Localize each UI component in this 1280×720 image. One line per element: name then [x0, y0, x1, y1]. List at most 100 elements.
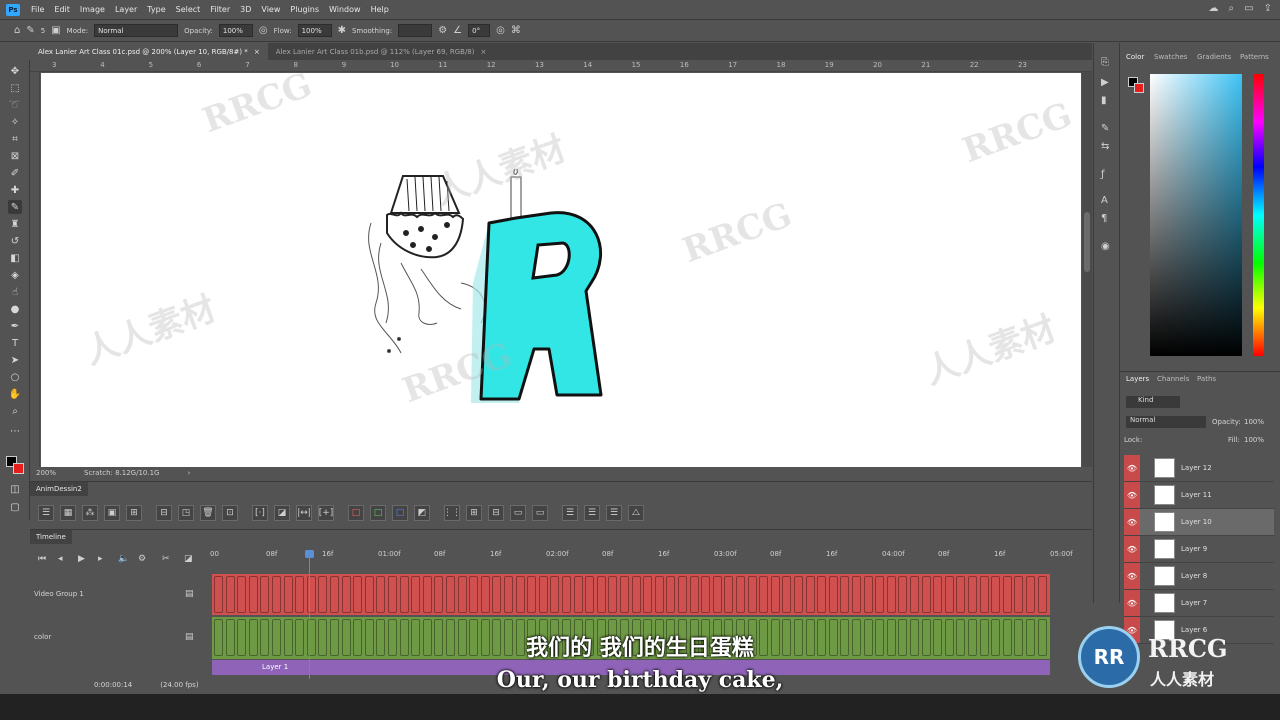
track-name-video-group[interactable]: Video Group 1	[34, 590, 84, 598]
timeline-frame[interactable]	[492, 576, 502, 613]
animdessin-tool-button[interactable]: ⊡	[222, 505, 238, 521]
share-icon[interactable]: ⇪	[1264, 3, 1272, 14]
character-icon[interactable]: A	[1101, 195, 1108, 206]
timeline-frame[interactable]	[573, 576, 583, 613]
tab-swatches[interactable]: Swatches	[1154, 53, 1187, 61]
status-arrow-icon[interactable]: ›	[187, 469, 190, 477]
timeline-title[interactable]: Timeline	[30, 530, 72, 544]
eraser-tool-icon[interactable]: ◧	[8, 251, 22, 265]
libraries-icon[interactable]: ▮	[1101, 95, 1107, 106]
timeline-frame[interactable]	[272, 576, 281, 613]
animdessin-tool-button[interactable]: □	[392, 505, 408, 521]
timeline-frame[interactable]	[388, 576, 397, 613]
animdessin-tool-button[interactable]: |↔|	[296, 505, 312, 521]
timeline-frame[interactable]	[596, 576, 606, 613]
timeline-frame[interactable]	[399, 576, 409, 613]
transition-icon[interactable]: ◪	[184, 554, 193, 564]
dodge-tool-icon[interactable]: ●	[8, 302, 22, 316]
timeline-frame[interactable]	[318, 576, 328, 613]
timeline-frame[interactable]	[330, 576, 339, 613]
timeline-frame[interactable]	[538, 576, 548, 613]
timeline-frame[interactable]	[457, 576, 467, 613]
timeline-frame[interactable]	[724, 576, 734, 613]
animdessin-tool-button[interactable]: ◪	[274, 505, 290, 521]
timeline-frame[interactable]	[805, 576, 815, 613]
timeline-frame[interactable]	[863, 576, 873, 613]
timeline-frame[interactable]	[712, 576, 722, 613]
timeline-frame[interactable]	[341, 576, 351, 613]
lasso-tool-icon[interactable]: ➰	[8, 98, 22, 112]
navigator-icon[interactable]: ◉	[1101, 241, 1110, 252]
animdessin-tool-button[interactable]: ▭	[510, 505, 526, 521]
bucket-tool-icon[interactable]: ◈	[8, 268, 22, 282]
brush-tool-icon[interactable]: ✎	[26, 25, 34, 36]
menu-plugins[interactable]: Plugins	[285, 5, 324, 14]
timeline-frame[interactable]	[933, 576, 943, 613]
layer-row[interactable]: 👁 Layer 8	[1124, 563, 1274, 590]
pressure-opacity-icon[interactable]: ◎	[259, 25, 268, 36]
timeline-frame[interactable]	[237, 576, 247, 613]
timeline-frame[interactable]	[747, 576, 757, 613]
eye-icon[interactable]: 👁	[1124, 482, 1140, 508]
eye-icon[interactable]: 👁	[1124, 536, 1140, 562]
pen-tool-icon[interactable]: ✒	[8, 319, 22, 333]
timeline-frame[interactable]	[446, 576, 455, 613]
paragraph-icon[interactable]: ¶	[1101, 213, 1107, 224]
film-icon[interactable]: ▤	[185, 589, 194, 599]
stamp-tool-icon[interactable]: ♜	[8, 217, 22, 231]
timeline-frame[interactable]	[886, 576, 896, 613]
timeline-frame[interactable]	[701, 576, 711, 613]
timeline-frame[interactable]	[469, 576, 479, 613]
menu-select[interactable]: Select	[171, 5, 206, 14]
menu-filter[interactable]: Filter	[205, 5, 235, 14]
tab-paths[interactable]: Paths	[1197, 375, 1216, 383]
history-brush-tool-icon[interactable]: ↺	[8, 234, 22, 248]
timeline-frame[interactable]	[1014, 576, 1024, 613]
tab-color[interactable]: Color	[1126, 53, 1144, 61]
animdessin-tool-button[interactable]: ☰	[38, 505, 54, 521]
eye-icon[interactable]: 👁	[1124, 509, 1140, 535]
adjustments-icon[interactable]: ⇆	[1101, 141, 1109, 152]
tab-layers[interactable]: Layers	[1126, 375, 1149, 383]
timeline-frame[interactable]	[817, 576, 827, 613]
menu-help[interactable]: Help	[366, 5, 394, 14]
timeline-frame[interactable]	[759, 576, 769, 613]
audio-icon[interactable]: 🔈	[118, 554, 129, 564]
animdessin-tool-button[interactable]: □	[348, 505, 364, 521]
blend-mode-select[interactable]: Normal	[1126, 416, 1206, 428]
animdessin-tool-button[interactable]: ▦	[60, 505, 76, 521]
menu-window[interactable]: Window	[324, 5, 366, 14]
smudge-tool-icon[interactable]: ☝	[8, 285, 22, 299]
tab-document-01c[interactable]: Alex Lanier Art Class 01c.psd @ 200% (La…	[30, 43, 268, 60]
search-icon[interactable]: ⌕	[1229, 3, 1235, 14]
animdessin-tool-button[interactable]: ⊟	[488, 505, 504, 521]
animdessin-tool-button[interactable]: [·]	[252, 505, 268, 521]
scrollbar-thumb[interactable]	[1084, 212, 1090, 272]
timeline-frame[interactable]	[283, 576, 293, 613]
mode-select[interactable]: Normal	[94, 24, 179, 37]
split-icon[interactable]: ✂	[162, 554, 170, 564]
animdessin-tool-button[interactable]: ◳	[178, 505, 194, 521]
timeline-frame[interactable]	[828, 576, 838, 613]
timeline-frame[interactable]	[225, 576, 235, 613]
actions-icon[interactable]: ▶	[1101, 77, 1109, 88]
menu-file[interactable]: File	[26, 5, 49, 14]
timeline-frame[interactable]	[631, 576, 641, 613]
timeline-frame[interactable]	[411, 576, 421, 613]
timeline-frame[interactable]	[562, 576, 571, 613]
home-icon[interactable]: ⌂	[14, 25, 20, 36]
gear-icon[interactable]: ⚙	[438, 25, 447, 36]
background-color-swatch[interactable]	[1134, 83, 1144, 93]
timeline-frame[interactable]	[1037, 576, 1047, 613]
menu-view[interactable]: View	[256, 5, 285, 14]
timeline-frame[interactable]	[898, 576, 908, 613]
layer-row[interactable]: 👁 Layer 12	[1124, 455, 1274, 482]
tab-channels[interactable]: Channels	[1157, 375, 1189, 383]
timeline-frame[interactable]	[666, 576, 676, 613]
document-canvas[interactable]: RRCG 人人素材 RRCG RRCG RRCG 人人素材 人人素材	[41, 65, 1081, 467]
timeline-frame[interactable]	[515, 576, 525, 613]
animdessin-tool-button[interactable]: 🗑	[200, 505, 216, 521]
timeline-frame[interactable]	[678, 576, 687, 613]
timeline-frame[interactable]	[480, 576, 490, 613]
tab-gradients[interactable]: Gradients	[1197, 53, 1231, 61]
